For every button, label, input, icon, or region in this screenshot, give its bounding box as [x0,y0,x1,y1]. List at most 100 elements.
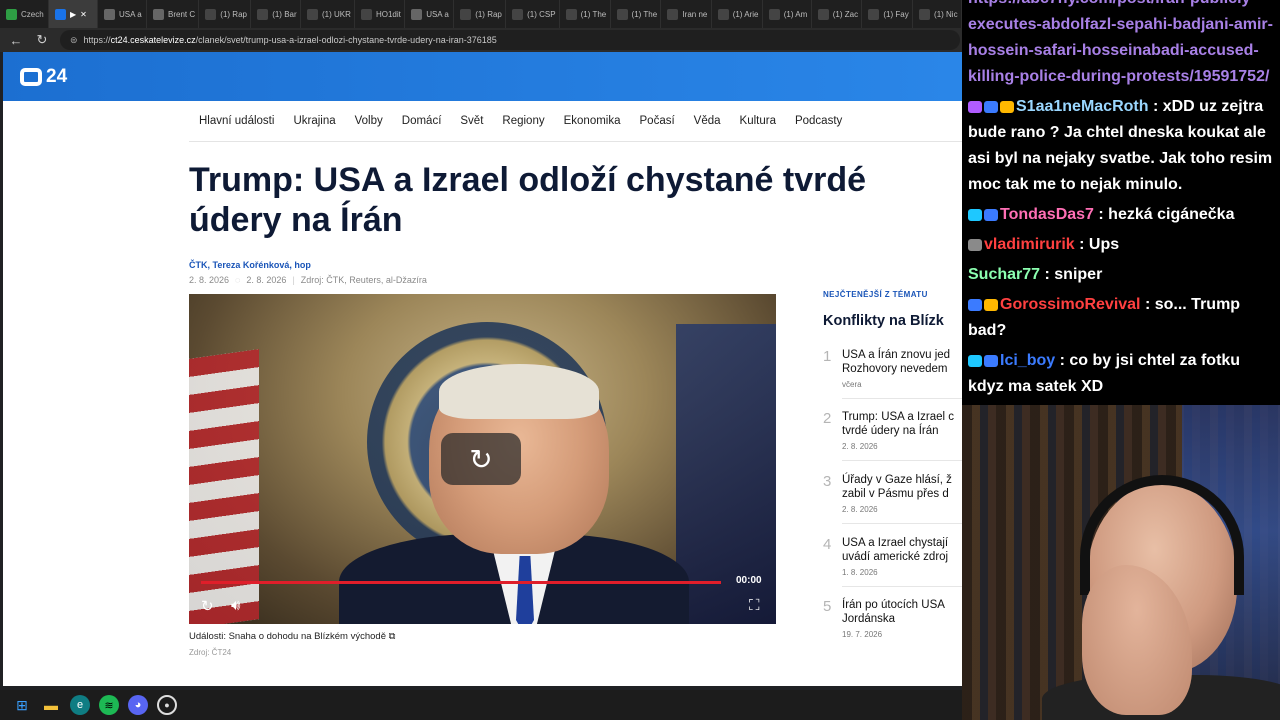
x-icon [616,8,628,20]
video-caption[interactable]: Události: Snaha o dohodu na Blízkém vých… [189,631,395,642]
chat-username[interactable]: TondasDas7 [1000,206,1094,223]
chat-badge-icon [1000,100,1014,113]
ct24-icon [104,8,115,20]
spotify-icon[interactable]: ≋ [99,695,119,715]
chat-link-line: hossein-safari-hosseinabadi-accused- [968,42,1259,59]
browser-tab[interactable]: (1) Rap [199,0,252,28]
tab-label: (1) Rap [220,9,247,19]
menu-item[interactable]: Svět [460,115,483,127]
rank-date: 19. 7. 2026 [842,630,883,639]
replay-small-icon[interactable]: ↻ [201,597,214,615]
media-tab-icon [55,8,66,20]
browser-tab[interactable]: USA a [405,0,455,28]
date-published: 2. 8. 2026 [189,275,230,285]
file-explorer-icon[interactable]: ▬ [41,695,61,715]
tab-label: (1) CSP [527,9,556,19]
rank-divider [842,398,962,399]
date-updated: 2. 8. 2026 [246,275,287,285]
tab-label: (1) UKR [322,9,351,19]
chat-username[interactable]: Ici_boy [1000,352,1055,369]
volume-icon[interactable]: 🔊︎ [231,597,240,614]
browser-tab[interactable]: (1) Am [763,0,812,28]
rank-number: 5 [823,598,832,615]
chat-username[interactable]: Suchar77 [968,266,1040,283]
back-icon[interactable]: ← [8,33,24,48]
menu-item[interactable]: Podcasty [795,115,842,127]
chat-link[interactable]: https://abc7ny.com/post/iran-publicly-ex… [968,0,1274,90]
obs-icon[interactable]: ● [157,695,177,715]
browser-tab[interactable]: (1) CSP [506,0,560,28]
browser-tab[interactable]: (1) Arie [712,0,763,28]
chat-username[interactable]: GorossimoRevival [1000,296,1141,313]
chat-badge-icon [968,354,982,367]
site-info-icon[interactable]: ⊜ [70,35,78,46]
browser-tab[interactable]: (1) Zac [812,0,863,28]
x-icon [307,8,318,20]
tab-label: (1) Am [783,9,808,19]
menu-item[interactable]: Kultura [740,115,776,127]
x-icon [460,8,472,20]
rank-divider [842,523,962,524]
browser-tab[interactable]: ▶ ✕ [49,0,98,28]
menu-item[interactable]: Počasí [640,115,675,127]
video-timecode: 00:00 [736,575,762,586]
browser-tab[interactable]: (1) Nic [913,0,962,28]
caption-text: Události: Snaha o dohodu na Blízkém vých… [189,631,386,642]
chat-message: Ici_boy : co by jsi chtel za fotku kdyz … [968,348,1274,400]
menu-item[interactable]: Hlavní události [199,115,274,127]
article-authors[interactable]: ČTK, Tereza Kořénková, hop [189,260,311,270]
close-tab-icon[interactable]: ✕ [80,10,87,19]
browser-tab[interactable]: (1) Bar [251,0,301,28]
video-player[interactable]: ↻ 00:00 ↻ 🔊︎ ⛶ [189,294,776,624]
chat-badge-icon [984,298,998,311]
x-icon [512,8,524,20]
browser-tab[interactable]: (1) The [611,0,662,28]
browser-tab[interactable]: (1) Fay [862,0,914,28]
windows-start-icon[interactable]: ⊞ [12,695,32,715]
ct24-logo[interactable]: 24 [20,66,67,88]
main-menu: Hlavní události Ukrajina Volby Domácí Svět Re… [199,115,861,127]
replay-button[interactable]: ↻ [441,433,521,485]
menu-item[interactable]: Domácí [402,115,442,127]
fullscreen-icon[interactable]: ⛶ [749,597,760,614]
stream-chat: https://abc7ny.com/post/iran-publicly-ex… [962,0,1280,405]
logo-text: 24 [46,65,68,87]
sidebar-title[interactable]: Konflikty na Blízk [823,313,962,329]
chat-link-line: killing-police-during-protests/19591752/ [968,68,1270,85]
caption-source: Zdroj: ČT24 [189,648,232,657]
video-progress-bar[interactable] [201,581,721,584]
url-host: ct24.ceskatelevize.cz [110,35,196,45]
browser-tab[interactable]: Czech [0,0,49,28]
sidebar-kicker: NEJČTENĚJŠÍ Z TÉMATU [823,290,928,299]
rank-headline-line1: Írán po útocích USA [842,599,945,611]
chat-username[interactable]: vladimirurik [984,236,1075,253]
menu-item[interactable]: Ekonomika [564,115,621,127]
browser-tab[interactable]: (1) UKR [301,0,355,28]
x-icon [868,8,880,20]
browser-tab[interactable]: Iran ne [661,0,712,28]
rank-headline-line2: Jordánska [842,613,896,625]
replay-icon: ↻ [469,443,493,475]
edge-icon[interactable]: e [70,695,90,715]
rank-headline: Trump: USA a Izrael c tvrdé údery na Írán [842,410,954,438]
tab-label: (1) Arie [732,9,759,19]
rank-number: 1 [823,348,832,365]
browser-tab[interactable]: Brent C [147,0,200,28]
article-meta: 2. 8. 2026 ◌ 2. 8. 2026 | Zdroj: ČTK, Re… [189,275,427,285]
article-title: Trump: USA a Izrael odloží chystané tvrd… [189,161,867,239]
menu-item[interactable]: Volby [355,115,383,127]
url-field[interactable]: ⊜ https://ct24.ceskatelevize.cz/clanek/s… [60,30,960,50]
menu-item[interactable]: Ukrajina [293,115,335,127]
chat-username[interactable]: S1aa1neMacRoth [1016,98,1149,115]
browser-tab[interactable]: (1) The [560,0,611,28]
menu-item[interactable]: Regiony [502,115,544,127]
discord-icon[interactable]: ◕ [128,695,148,715]
browser-tab[interactable]: (1) Rap [454,0,507,28]
browser-tab[interactable]: HO1dit [355,0,406,28]
chat-text: : sniper [1044,266,1103,283]
web-page: 24 Hlavní události Ukrajina Volby Domácí Svě… [3,52,962,686]
browser-tab[interactable]: USA a [98,0,147,28]
menu-item[interactable]: Věda [694,115,721,127]
reload-icon[interactable]: ↻ [34,32,50,48]
rank-headline-line1: USA a Izrael chystají [842,537,949,549]
